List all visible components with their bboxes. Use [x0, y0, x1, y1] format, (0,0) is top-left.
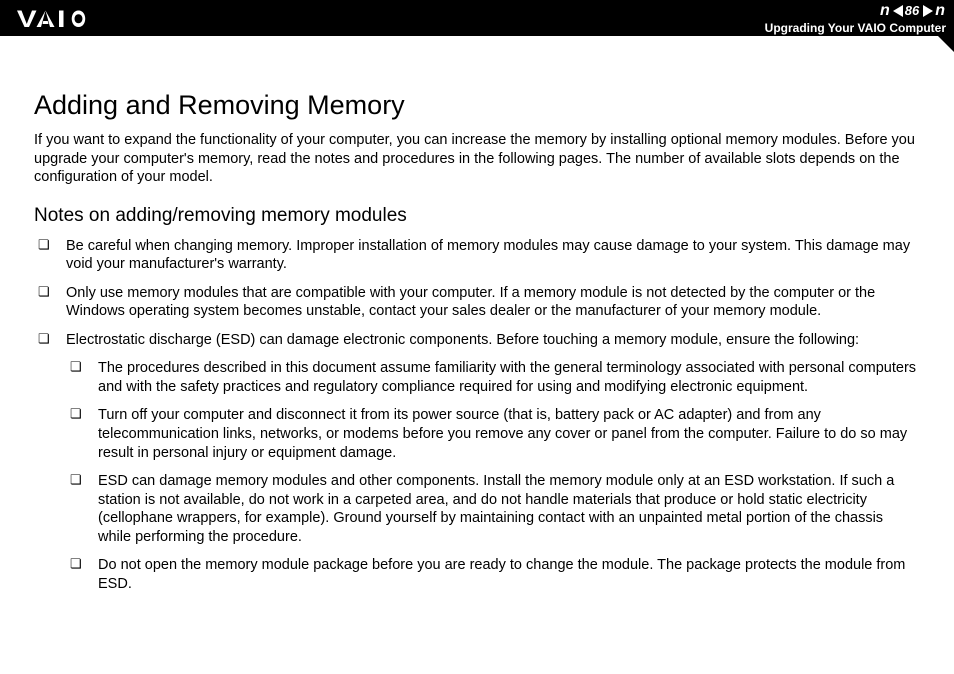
page-title: Adding and Removing Memory [34, 90, 920, 121]
prev-page-arrow-icon[interactable] [893, 5, 903, 17]
list-item: Electrostatic discharge (ESD) can damage… [34, 331, 920, 594]
list-item: Turn off your computer and disconnect it… [66, 406, 920, 462]
list-item: ESD can damage memory modules and other … [66, 472, 920, 546]
page-nav: n 86 n [880, 2, 946, 20]
list-item: Only use memory modules that are compati… [34, 284, 920, 321]
page-fold-icon [938, 36, 954, 52]
document-header: n 86 n Upgrading Your VAIO Computer [0, 0, 954, 36]
list-item: Do not open the memory module package be… [66, 556, 920, 593]
list-item: The procedures described in this documen… [66, 359, 920, 396]
n-label-right: n [935, 2, 946, 20]
page-number: 86 [905, 3, 919, 18]
n-label-left: n [880, 2, 891, 20]
header-right: n 86 n Upgrading Your VAIO Computer [765, 2, 946, 35]
page-content: Adding and Removing Memory If you want t… [0, 36, 954, 623]
next-page-arrow-icon[interactable] [923, 5, 933, 17]
notes-list: Be careful when changing memory. Imprope… [34, 237, 920, 594]
list-item-text: Electrostatic discharge (ESD) can damage… [66, 332, 859, 348]
section-label: Upgrading Your VAIO Computer [765, 21, 946, 35]
list-item: Be careful when changing memory. Imprope… [34, 237, 920, 274]
vaio-logo [12, 0, 112, 36]
notes-sublist: The procedures described in this documen… [66, 359, 920, 593]
intro-paragraph: If you want to expand the functionality … [34, 131, 920, 187]
section-subtitle: Notes on adding/removing memory modules [34, 205, 920, 227]
